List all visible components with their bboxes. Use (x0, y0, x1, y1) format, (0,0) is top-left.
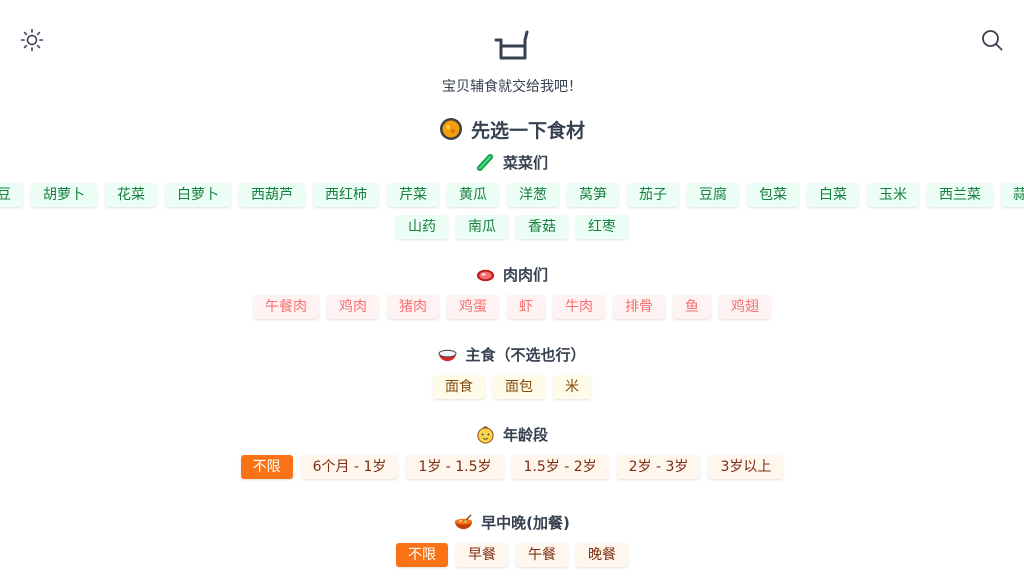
vegetable-chip[interactable]: 黄瓜 (447, 183, 499, 207)
vegetable-chip[interactable]: 白菜 (807, 183, 859, 207)
meat-chip[interactable]: 虾 (507, 295, 545, 319)
steak-icon (476, 265, 495, 284)
meat-chip[interactable]: 排骨 (613, 295, 665, 319)
meal-option[interactable]: 晚餐 (576, 543, 628, 567)
pot-icon (494, 30, 529, 60)
sun-icon (20, 28, 44, 52)
meal-option[interactable]: 午餐 (516, 543, 568, 567)
staple-chip[interactable]: 面包 (493, 375, 545, 399)
meal-heading: 早中晚(加餐) (0, 511, 1024, 533)
vegetable-chip[interactable]: 玉米 (867, 183, 919, 207)
main-heading-text: 先选一下食材 (470, 119, 585, 142)
search-button[interactable] (980, 28, 1004, 52)
meal-option[interactable]: 早餐 (456, 543, 508, 567)
main-heading: 先选一下食材 (0, 115, 1024, 143)
pot-logo (494, 28, 530, 64)
vegetable-chip[interactable]: 西红柿 (313, 183, 379, 207)
meat-chip[interactable]: 鸡肉 (327, 295, 379, 319)
age-option[interactable]: 2岁 - 3岁 (616, 455, 701, 479)
meat-chip[interactable]: 鱼 (673, 295, 711, 319)
age-option-any[interactable]: 不限 (240, 455, 293, 479)
vegetable-chip[interactable]: 南瓜 (456, 215, 508, 239)
vegetable-chip[interactable]: 洋葱 (507, 183, 559, 207)
meal-row: 不限 早餐 午餐 晚餐 (0, 543, 1024, 567)
search-icon (982, 30, 1003, 51)
vegetable-chip[interactable]: 西兰菜 (927, 183, 993, 207)
vegetable-chip[interactable]: 香菇 (516, 215, 568, 239)
meats-row: 午餐肉 鸡肉 猪肉 鸡蛋 虾 牛肉 排骨 鱼 鸡翅 (0, 295, 1024, 319)
meats-heading-text: 肉肉们 (502, 265, 548, 284)
vegetable-chip[interactable]: 花菜 (105, 183, 157, 207)
vegetable-chip[interactable]: 蒜苗 (1001, 183, 1024, 207)
age-option[interactable]: 1岁 - 1.5岁 (406, 455, 504, 479)
staples-heading: 主食（不选也行） (0, 343, 1024, 365)
vegetable-chip[interactable]: 西葫芦 (239, 183, 305, 207)
vegetables-row-1: 土豆 胡萝卜 花菜 白萝卜 西葫芦 西红柿 芹菜 黄瓜 洋葱 莴笋 茄子 豆腐 … (0, 183, 1024, 207)
age-option[interactable]: 1.5岁 - 2岁 (511, 455, 609, 479)
age-heading: 年龄段 (0, 423, 1024, 445)
age-heading-text: 年龄段 (502, 425, 548, 444)
vegetables-heading: 菜菜们 (0, 151, 1024, 173)
age-option[interactable]: 3岁以上 (708, 455, 784, 479)
age-row: 不限 6个月 - 1岁 1岁 - 1.5岁 1.5岁 - 2岁 2岁 - 3岁 … (0, 455, 1024, 479)
food-bowl-icon (439, 117, 463, 141)
vegetable-chip[interactable]: 包菜 (747, 183, 799, 207)
cucumber-icon (476, 153, 495, 172)
meat-chip[interactable]: 午餐肉 (253, 295, 319, 319)
staple-chip[interactable]: 面食 (433, 375, 485, 399)
meal-heading-text: 早中晚(加餐) (481, 513, 570, 532)
meats-heading: 肉肉们 (0, 263, 1024, 285)
staples-heading-text: 主食（不选也行） (465, 345, 586, 364)
vegetable-chip[interactable]: 土豆 (0, 183, 23, 207)
vegetable-chip[interactable]: 白萝卜 (165, 183, 231, 207)
meal-option-any[interactable]: 不限 (396, 543, 448, 567)
stew-bowl-icon (454, 513, 473, 532)
vegetable-chip[interactable]: 芹菜 (387, 183, 439, 207)
meat-chip[interactable]: 猪肉 (387, 295, 439, 319)
rice-bowl-icon (438, 345, 458, 364)
theme-toggle-button[interactable] (20, 28, 44, 52)
meat-chip[interactable]: 鸡蛋 (447, 295, 499, 319)
vegetable-chip[interactable]: 莴笋 (567, 183, 619, 207)
meat-chip[interactable]: 牛肉 (553, 295, 605, 319)
staples-row: 面食 面包 米 (0, 375, 1024, 399)
vegetable-chip[interactable]: 茄子 (627, 183, 679, 207)
vegetables-row-2: 山药 南瓜 香菇 红枣 (0, 215, 1024, 239)
vegetable-chip[interactable]: 红枣 (576, 215, 628, 239)
vegetable-chip[interactable]: 胡萝卜 (31, 183, 97, 207)
baby-icon (476, 425, 495, 444)
vegetable-chip[interactable]: 豆腐 (687, 183, 739, 207)
age-option[interactable]: 6个月 - 1岁 (300, 455, 399, 479)
meat-chip[interactable]: 鸡翅 (719, 295, 771, 319)
vegetables-heading-text: 菜菜们 (502, 153, 548, 172)
vegetable-chip[interactable]: 山药 (396, 215, 448, 239)
subtitle: 宝贝辅食就交给我吧！ (442, 79, 582, 95)
staple-chip[interactable]: 米 (553, 375, 591, 399)
